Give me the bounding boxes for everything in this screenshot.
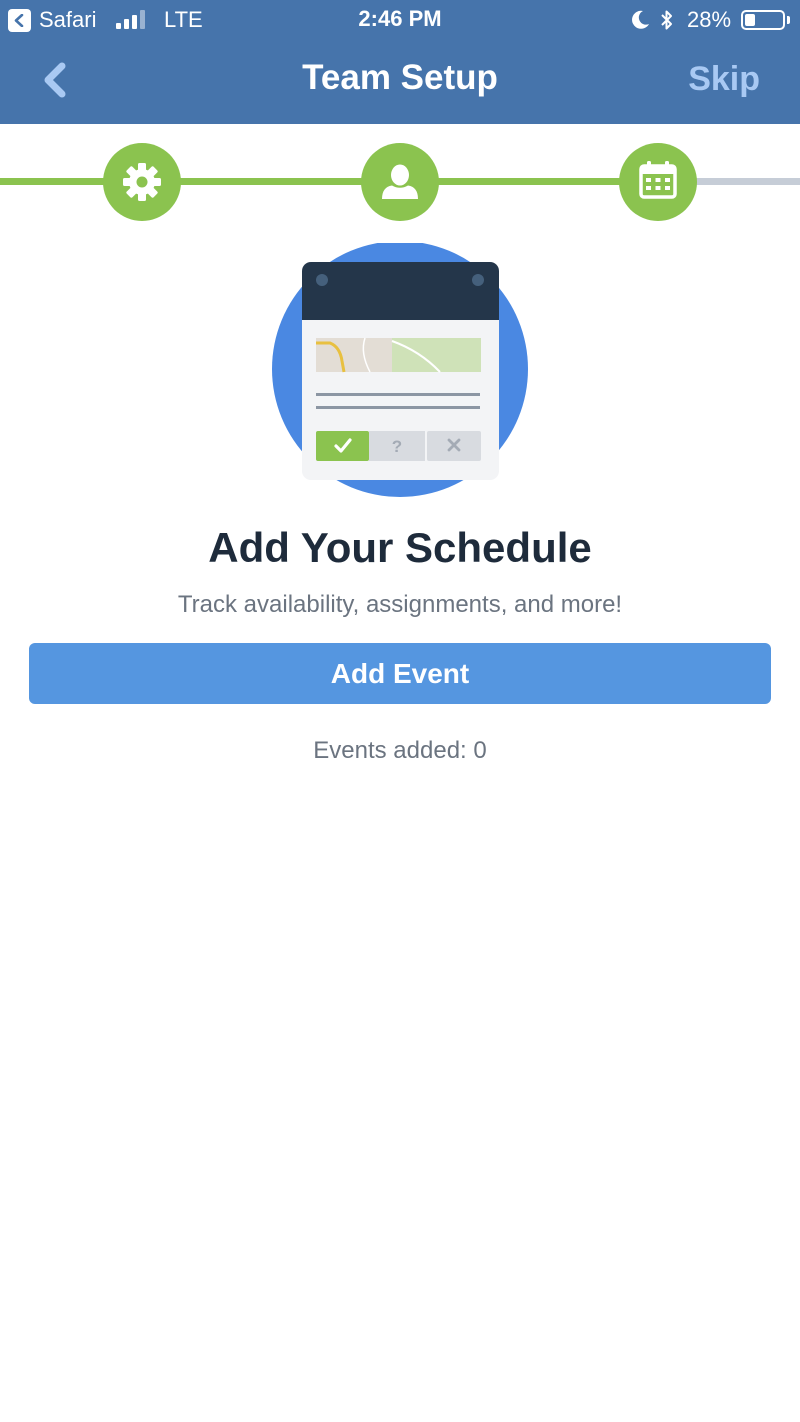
header: Safari LTE 2:46 PM 28% Team Setup Skip (0, 0, 800, 124)
step-settings[interactable] (103, 143, 181, 221)
gear-icon (123, 163, 161, 201)
person-icon (382, 164, 418, 199)
page-title: Team Setup (302, 58, 498, 97)
svg-text:?: ? (392, 437, 402, 456)
battery-percent: 28% (687, 7, 732, 32)
step-schedule[interactable] (619, 143, 697, 221)
section-heading: Add Your Schedule (208, 524, 592, 571)
skip-button[interactable]: Skip (688, 60, 760, 99)
add-event-button[interactable]: Add Event (29, 643, 771, 704)
calendar-icon (639, 161, 677, 199)
battery-level-fill (745, 14, 755, 26)
step-members[interactable] (361, 143, 439, 221)
moon-icon (632, 10, 649, 29)
bluetooth-icon (661, 10, 672, 30)
battery-tip (787, 16, 790, 24)
status-time: 2:46 PM (358, 6, 442, 31)
battery-icon (741, 10, 785, 30)
status-bar: Safari LTE 2:46 PM 28% (0, 0, 800, 40)
progress-track-complete (0, 178, 660, 185)
events-added-count: Events added: 0 (313, 737, 487, 764)
schedule-illustration: ? (272, 243, 528, 497)
section-subtext: Track availability, assignments, and mor… (177, 591, 623, 618)
